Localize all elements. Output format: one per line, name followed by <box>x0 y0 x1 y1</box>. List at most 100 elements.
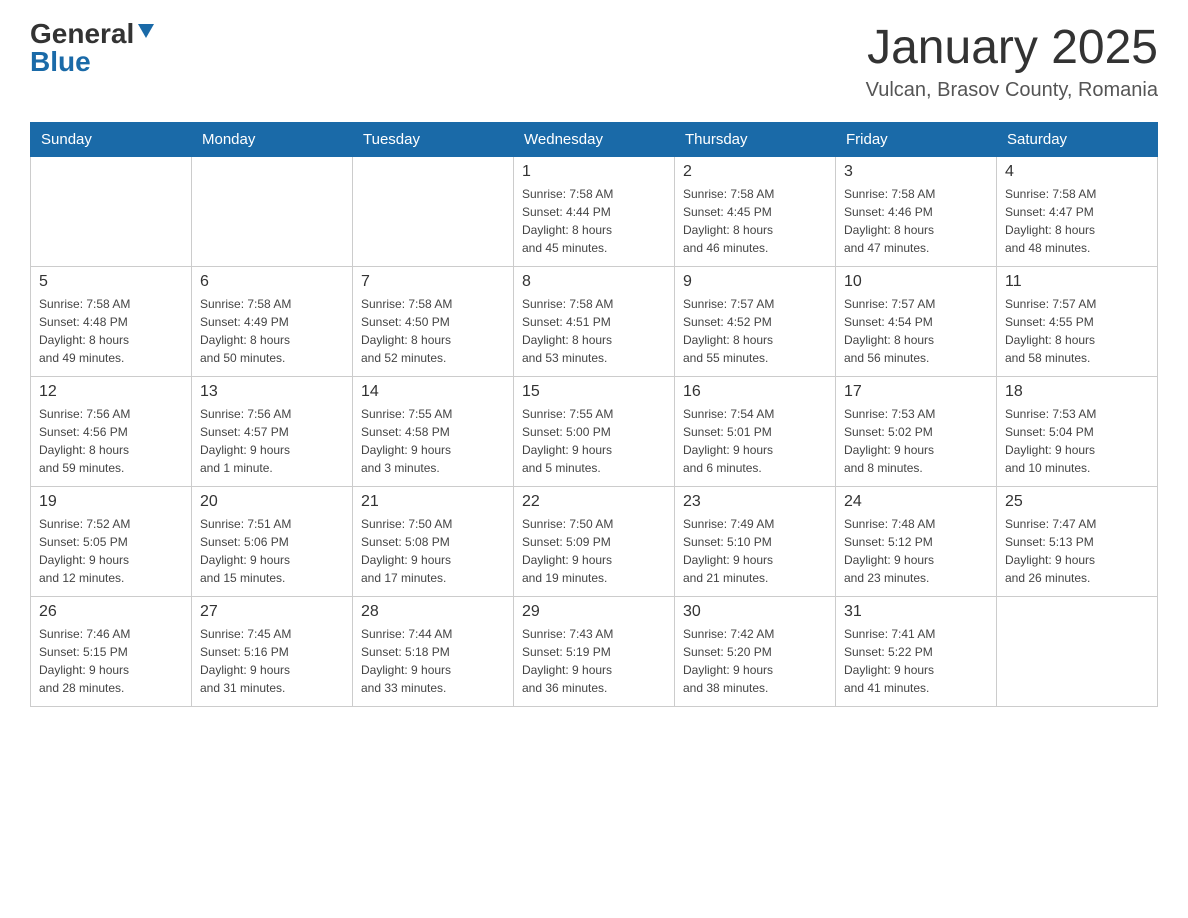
day-info: Sunrise: 7:58 AM Sunset: 4:49 PM Dayligh… <box>200 295 344 367</box>
calendar-week-row: 1 Sunrise: 7:58 AM Sunset: 4:44 PM Daylig… <box>31 157 1158 267</box>
calendar-cell: 10Sunrise: 7:57 AM Sunset: 4:54 PM Dayli… <box>836 267 997 377</box>
day-info: Sunrise: 7:45 AM Sunset: 5:16 PM Dayligh… <box>200 625 344 697</box>
calendar-cell: 2 Sunrise: 7:58 AM Sunset: 4:45 PM Daylig… <box>675 157 836 267</box>
calendar-header-thursday: Thursday <box>675 123 836 157</box>
day-info: Sunrise: 7:58 AM Sunset: 4:50 PM Dayligh… <box>361 295 505 367</box>
day-info: Sunrise: 7:50 AM Sunset: 5:09 PM Dayligh… <box>522 515 666 587</box>
day-number: 30 <box>683 603 827 621</box>
calendar-header-saturday: Saturday <box>997 123 1158 157</box>
day-info: Sunrise: 7:52 AM Sunset: 5:05 PM Dayligh… <box>39 515 183 587</box>
logo-blue-text: Blue <box>30 48 91 76</box>
day-number: 27 <box>200 603 344 621</box>
day-number: 6 <box>200 273 344 291</box>
calendar-cell: 26 Sunrise: 7:46 AM Sunset: 5:15 PM Dayli… <box>31 597 192 707</box>
calendar-cell: 15 Sunrise: 7:55 AM Sunset: 5:00 PM Dayli… <box>514 377 675 487</box>
calendar-cell: 16Sunrise: 7:54 AM Sunset: 5:01 PM Dayli… <box>675 377 836 487</box>
day-number: 2 <box>683 163 827 181</box>
calendar-cell: 12 Sunrise: 7:56 AM Sunset: 4:56 PM Dayli… <box>31 377 192 487</box>
day-info: Sunrise: 7:58 AM Sunset: 4:45 PM Dayligh… <box>683 185 827 257</box>
calendar-cell: 31 Sunrise: 7:41 AM Sunset: 5:22 PM Dayli… <box>836 597 997 707</box>
day-number: 13 <box>200 383 344 401</box>
day-info: Sunrise: 7:55 AM Sunset: 5:00 PM Dayligh… <box>522 405 666 477</box>
calendar-cell <box>997 597 1158 707</box>
calendar-cell: 28Sunrise: 7:44 AM Sunset: 5:18 PM Dayli… <box>353 597 514 707</box>
day-info: Sunrise: 7:50 AM Sunset: 5:08 PM Dayligh… <box>361 515 505 587</box>
day-info: Sunrise: 7:54 AM Sunset: 5:01 PM Dayligh… <box>683 405 827 477</box>
calendar-cell: 1 Sunrise: 7:58 AM Sunset: 4:44 PM Daylig… <box>514 157 675 267</box>
day-info: Sunrise: 7:58 AM Sunset: 4:44 PM Dayligh… <box>522 185 666 257</box>
day-number: 1 <box>522 163 666 181</box>
day-number: 9 <box>683 273 827 291</box>
calendar-week-row: 12 Sunrise: 7:56 AM Sunset: 4:56 PM Dayli… <box>31 377 1158 487</box>
calendar-cell: 20 Sunrise: 7:51 AM Sunset: 5:06 PM Dayli… <box>192 487 353 597</box>
calendar-cell: 7 Sunrise: 7:58 AM Sunset: 4:50 PM Daylig… <box>353 267 514 377</box>
calendar-cell <box>353 157 514 267</box>
day-number: 7 <box>361 273 505 291</box>
day-info: Sunrise: 7:53 AM Sunset: 5:04 PM Dayligh… <box>1005 405 1149 477</box>
day-info: Sunrise: 7:41 AM Sunset: 5:22 PM Dayligh… <box>844 625 988 697</box>
day-number: 8 <box>522 273 666 291</box>
day-number: 24 <box>844 493 988 511</box>
day-number: 25 <box>1005 493 1149 511</box>
calendar-week-row: 5 Sunrise: 7:58 AM Sunset: 4:48 PM Daylig… <box>31 267 1158 377</box>
calendar-cell <box>192 157 353 267</box>
day-number: 3 <box>844 163 988 181</box>
day-number: 5 <box>39 273 183 291</box>
day-info: Sunrise: 7:48 AM Sunset: 5:12 PM Dayligh… <box>844 515 988 587</box>
calendar-cell: 22Sunrise: 7:50 AM Sunset: 5:09 PM Dayli… <box>514 487 675 597</box>
month-title: January 2025 <box>866 20 1158 75</box>
day-number: 17 <box>844 383 988 401</box>
day-info: Sunrise: 7:56 AM Sunset: 4:57 PM Dayligh… <box>200 405 344 477</box>
calendar-cell: 19 Sunrise: 7:52 AM Sunset: 5:05 PM Dayli… <box>31 487 192 597</box>
calendar-header-wednesday: Wednesday <box>514 123 675 157</box>
location: Vulcan, Brasov County, Romania <box>866 79 1158 102</box>
calendar-cell: 18Sunrise: 7:53 AM Sunset: 5:04 PM Dayli… <box>997 377 1158 487</box>
calendar-header-tuesday: Tuesday <box>353 123 514 157</box>
day-number: 15 <box>522 383 666 401</box>
calendar-cell: 6 Sunrise: 7:58 AM Sunset: 4:49 PM Daylig… <box>192 267 353 377</box>
day-number: 29 <box>522 603 666 621</box>
day-info: Sunrise: 7:56 AM Sunset: 4:56 PM Dayligh… <box>39 405 183 477</box>
calendar-cell: 21Sunrise: 7:50 AM Sunset: 5:08 PM Dayli… <box>353 487 514 597</box>
calendar-header-sunday: Sunday <box>31 123 192 157</box>
day-info: Sunrise: 7:43 AM Sunset: 5:19 PM Dayligh… <box>522 625 666 697</box>
day-info: Sunrise: 7:55 AM Sunset: 4:58 PM Dayligh… <box>361 405 505 477</box>
day-info: Sunrise: 7:53 AM Sunset: 5:02 PM Dayligh… <box>844 405 988 477</box>
calendar-cell: 24 Sunrise: 7:48 AM Sunset: 5:12 PM Dayli… <box>836 487 997 597</box>
calendar-cell: 3 Sunrise: 7:58 AM Sunset: 4:46 PM Daylig… <box>836 157 997 267</box>
calendar-cell: 4 Sunrise: 7:58 AM Sunset: 4:47 PM Daylig… <box>997 157 1158 267</box>
day-info: Sunrise: 7:51 AM Sunset: 5:06 PM Dayligh… <box>200 515 344 587</box>
day-number: 28 <box>361 603 505 621</box>
calendar-cell <box>31 157 192 267</box>
calendar-header-monday: Monday <box>192 123 353 157</box>
day-info: Sunrise: 7:57 AM Sunset: 4:52 PM Dayligh… <box>683 295 827 367</box>
logo: General Blue <box>30 20 154 76</box>
day-number: 10 <box>844 273 988 291</box>
day-number: 4 <box>1005 163 1149 181</box>
calendar-cell: 5 Sunrise: 7:58 AM Sunset: 4:48 PM Daylig… <box>31 267 192 377</box>
logo-triangle-icon <box>138 24 154 38</box>
calendar-cell: 25 Sunrise: 7:47 AM Sunset: 5:13 PM Dayli… <box>997 487 1158 597</box>
page-header: General Blue January 2025 Vulcan, Brasov… <box>30 20 1158 102</box>
day-number: 12 <box>39 383 183 401</box>
calendar-cell: 14Sunrise: 7:55 AM Sunset: 4:58 PM Dayli… <box>353 377 514 487</box>
day-info: Sunrise: 7:46 AM Sunset: 5:15 PM Dayligh… <box>39 625 183 697</box>
day-info: Sunrise: 7:47 AM Sunset: 5:13 PM Dayligh… <box>1005 515 1149 587</box>
calendar-cell: 9 Sunrise: 7:57 AM Sunset: 4:52 PM Daylig… <box>675 267 836 377</box>
day-info: Sunrise: 7:42 AM Sunset: 5:20 PM Dayligh… <box>683 625 827 697</box>
calendar-cell: 29 Sunrise: 7:43 AM Sunset: 5:19 PM Dayli… <box>514 597 675 707</box>
day-number: 19 <box>39 493 183 511</box>
day-number: 26 <box>39 603 183 621</box>
day-number: 20 <box>200 493 344 511</box>
calendar-week-row: 19 Sunrise: 7:52 AM Sunset: 5:05 PM Dayli… <box>31 487 1158 597</box>
day-info: Sunrise: 7:58 AM Sunset: 4:47 PM Dayligh… <box>1005 185 1149 257</box>
calendar-cell: 27 Sunrise: 7:45 AM Sunset: 5:16 PM Dayli… <box>192 597 353 707</box>
day-info: Sunrise: 7:58 AM Sunset: 4:51 PM Dayligh… <box>522 295 666 367</box>
day-number: 23 <box>683 493 827 511</box>
calendar-cell: 13 Sunrise: 7:56 AM Sunset: 4:57 PM Dayli… <box>192 377 353 487</box>
logo-general-text: General <box>30 20 134 48</box>
day-info: Sunrise: 7:58 AM Sunset: 4:48 PM Dayligh… <box>39 295 183 367</box>
day-number: 31 <box>844 603 988 621</box>
day-info: Sunrise: 7:58 AM Sunset: 4:46 PM Dayligh… <box>844 185 988 257</box>
calendar-cell: 17 Sunrise: 7:53 AM Sunset: 5:02 PM Dayli… <box>836 377 997 487</box>
